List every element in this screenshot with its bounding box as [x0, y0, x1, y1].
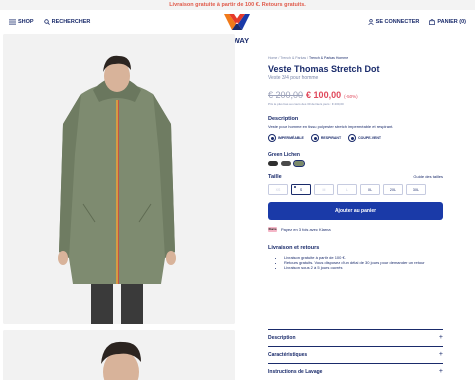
- promo-banner: Livraison gratuite à partir de 100 €. Re…: [0, 0, 475, 10]
- price-block: € 200,00 € 100,00 (-50%): [268, 90, 443, 100]
- search-icon: [43, 19, 50, 25]
- size-header: Taille Guide des tailles: [268, 174, 443, 180]
- add-to-cart-button[interactable]: Ajouter au panier: [268, 202, 443, 220]
- product-title: Veste Thomas Stretch Dot: [268, 64, 380, 74]
- accordion-washing[interactable]: Instructions de Lavage +: [268, 363, 443, 379]
- accordion-description[interactable]: Description +: [268, 329, 443, 345]
- search-button[interactable]: RECHERCHER: [43, 19, 91, 25]
- menu-icon: [9, 19, 16, 25]
- bag-icon: [429, 19, 436, 25]
- breadcrumb: Home / Trench & Parkas / Trench & Parkas…: [268, 56, 349, 60]
- size-option-xs[interactable]: XS: [268, 184, 288, 195]
- shipping-heading: Livraison et retours: [268, 245, 320, 251]
- plus-icon: +: [438, 334, 443, 341]
- login-button[interactable]: SE CONNECTER: [367, 19, 420, 25]
- product-photo-main[interactable]: [3, 34, 235, 324]
- accordion-label: Caractéristiques: [268, 351, 308, 358]
- shop-label: SHOP: [18, 19, 34, 25]
- color-swatch[interactable]: [281, 161, 291, 166]
- size-guide-link[interactable]: Guide des tailles: [413, 174, 443, 179]
- model-jacket-image: [3, 34, 235, 324]
- klarna-logo: Klarna: [268, 227, 277, 232]
- plus-icon: +: [438, 368, 443, 375]
- discount-badge: (-50%): [344, 94, 358, 99]
- size-option-2xl[interactable]: 2XL: [383, 184, 403, 195]
- windproof-icon: [348, 134, 357, 142]
- model-portrait-image: [3, 330, 235, 380]
- size-option-s[interactable]: S: [291, 184, 311, 195]
- plus-icon: +: [438, 351, 443, 358]
- accordion-characteristics[interactable]: Caractéristiques +: [268, 346, 443, 362]
- breathable-icon: [310, 134, 319, 142]
- size-option-l[interactable]: L: [337, 184, 357, 195]
- user-icon: [367, 19, 374, 25]
- color-swatch-selected[interactable]: [292, 159, 306, 168]
- feature-windproof: COUPE-VENT: [348, 134, 381, 142]
- product-photo-second[interactable]: [3, 330, 235, 380]
- feature-breathable: RESPIRANT: [310, 134, 342, 142]
- cart-label: PANIER (0): [437, 19, 466, 25]
- klarna-text: Payez en 3 fois avec Klarna: [281, 227, 331, 232]
- product-panel: Home / Trench & Parkas / Trench & Parkas…: [268, 56, 443, 270]
- description-heading: Description: [268, 116, 299, 122]
- breadcrumb-home[interactable]: Home: [268, 56, 277, 60]
- feature-waterproof: IMPERMÉABLE: [268, 134, 304, 142]
- size-option-xl[interactable]: XL: [360, 184, 380, 195]
- color-swatch[interactable]: [268, 161, 278, 166]
- sale-price: € 100,00: [306, 90, 342, 100]
- description-text: Veste pour homme en tissu polyester stre…: [268, 124, 394, 129]
- size-option-m[interactable]: M: [314, 184, 334, 195]
- accordion-label: Description: [268, 334, 296, 341]
- size-option-3xl[interactable]: 3XL: [406, 184, 426, 195]
- klarna-info: Klarna Payez en 3 fois avec Klarna: [268, 227, 443, 232]
- search-label: RECHERCHER: [51, 19, 91, 25]
- size-selector: XS S M L XL 2XL 3XL: [268, 184, 443, 195]
- shipping-list: Livraison gratuite à partir de 100 €. Re…: [268, 255, 443, 270]
- product-gallery: [0, 34, 263, 380]
- login-label: SE CONNECTER: [375, 19, 420, 25]
- breadcrumb-current: Trench & Parkas Homme: [309, 56, 349, 60]
- feature-label: IMPERMÉABLE: [278, 136, 304, 140]
- color-swatches: [268, 159, 443, 168]
- old-price: € 200,00: [268, 90, 304, 100]
- price-note: Prix le plus bas au cours des 30 dernier…: [268, 102, 344, 106]
- size-heading: Taille: [268, 174, 282, 180]
- breadcrumb-category[interactable]: Trench & Parkas: [280, 56, 306, 60]
- shipping-item: Livraison sous 2 à 5 jours ouvrés: [284, 265, 443, 270]
- accordion-label: Instructions de Lavage: [268, 368, 323, 375]
- color-name: Green Lichen: [268, 152, 300, 158]
- product-subtitle: Veste 3/4 pour homme: [268, 75, 319, 81]
- waterproof-icon: [268, 134, 276, 142]
- cart-button[interactable]: PANIER (0): [429, 19, 466, 25]
- shop-menu-button[interactable]: SHOP: [9, 19, 34, 25]
- feature-label: RESPIRANT: [320, 136, 342, 140]
- feature-list: IMPERMÉABLE RESPIRANT COUPE-VENT: [268, 134, 443, 142]
- feature-label: COUPE-VENT: [358, 136, 382, 140]
